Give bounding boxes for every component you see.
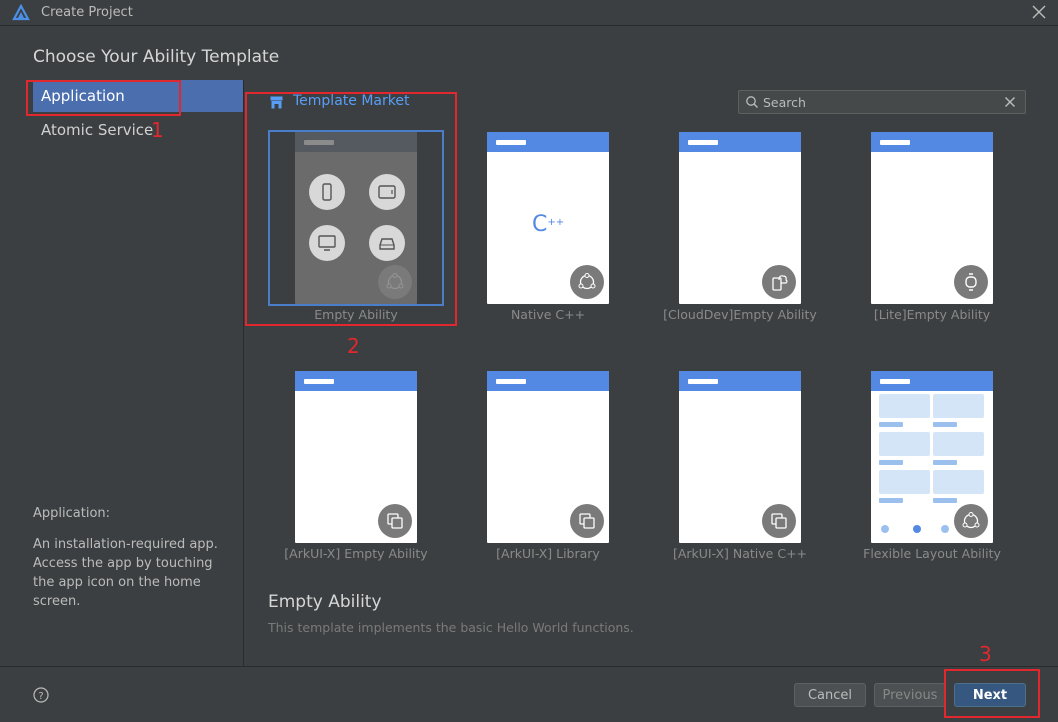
search-box bbox=[738, 90, 1026, 114]
svg-text:?: ? bbox=[38, 691, 43, 702]
template-label: [CloudDev]Empty Ability bbox=[663, 307, 817, 322]
annotation-number-3: 3 bbox=[979, 642, 992, 666]
footer-divider bbox=[0, 666, 1058, 667]
annotation-box-3 bbox=[944, 669, 1040, 718]
clear-search-icon[interactable] bbox=[1003, 95, 1017, 109]
close-window-icon[interactable] bbox=[1030, 3, 1048, 21]
annotation-box-2 bbox=[245, 92, 457, 326]
sidebar-item-atomic-service[interactable]: Atomic Service bbox=[33, 114, 243, 146]
annotation-number-1: 1 bbox=[151, 118, 164, 142]
cpp-logo-icon: C++ bbox=[532, 212, 565, 237]
template-detail-description: This template implements the basic Hello… bbox=[268, 620, 634, 635]
cloud-device-icon bbox=[762, 265, 796, 299]
annotation-number-2: 2 bbox=[347, 334, 360, 358]
template-label: [ArkUI-X] Native C++ bbox=[672, 546, 808, 561]
ability-badge-icon bbox=[954, 504, 988, 538]
template-label: [Lite]Empty Ability bbox=[873, 307, 991, 322]
template-detail-title: Empty Ability bbox=[268, 592, 382, 612]
sidebar-description-title: Application: bbox=[33, 506, 111, 521]
annotation-box-1 bbox=[26, 80, 181, 116]
help-icon[interactable]: ? bbox=[33, 687, 49, 703]
multi-window-icon bbox=[762, 504, 796, 538]
vertical-divider bbox=[243, 80, 244, 666]
template-card-lite[interactable] bbox=[871, 132, 993, 304]
template-card-clouddev[interactable] bbox=[679, 132, 801, 304]
template-label: Native C++ bbox=[510, 307, 586, 322]
app-logo-icon bbox=[12, 4, 30, 21]
ability-badge-icon bbox=[570, 265, 604, 299]
template-card-arkuix-native-cpp[interactable] bbox=[679, 371, 801, 543]
multi-window-icon bbox=[570, 504, 604, 538]
template-card-native-cpp[interactable]: C++ bbox=[487, 132, 609, 304]
title-bar: Create Project bbox=[0, 0, 1058, 26]
template-label: [ArkUI-X] Library bbox=[496, 546, 600, 561]
watch-icon bbox=[954, 265, 988, 299]
template-card-arkuix-empty[interactable] bbox=[295, 371, 417, 543]
template-label: [ArkUI-X] Empty Ability bbox=[284, 546, 428, 561]
template-label: Flexible Layout Ability bbox=[863, 546, 1001, 561]
search-icon bbox=[746, 96, 758, 108]
sidebar-item-label: Atomic Service bbox=[41, 121, 154, 139]
sidebar-description-body: An installation-required app. Access the… bbox=[33, 537, 218, 609]
search-input[interactable] bbox=[763, 93, 1003, 111]
page-title: Choose Your Ability Template bbox=[33, 47, 280, 67]
template-card-arkuix-library[interactable] bbox=[487, 371, 609, 543]
cancel-button[interactable]: Cancel bbox=[794, 683, 866, 707]
window-title: Create Project bbox=[41, 5, 133, 20]
template-card-flexible-layout[interactable] bbox=[871, 371, 993, 543]
multi-window-icon bbox=[378, 504, 412, 538]
previous-button[interactable]: Previous bbox=[874, 683, 946, 707]
